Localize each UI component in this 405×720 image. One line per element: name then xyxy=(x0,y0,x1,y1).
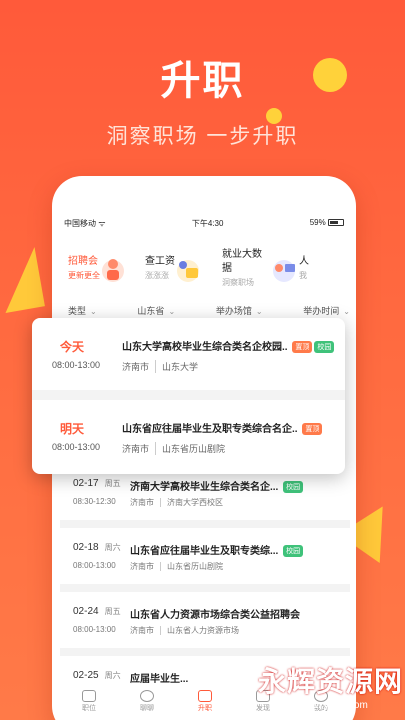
promotion-icon xyxy=(198,690,212,702)
chevron-down-icon: ⌄ xyxy=(343,307,350,316)
battery: 59% xyxy=(310,218,344,229)
day-label: 明天 xyxy=(59,422,84,436)
filter-type[interactable]: 类型 ⌄ xyxy=(68,304,97,317)
quick-links: 招聘会 更新更全 查工资 涨涨涨 就业大数据 洞察职场 人我 xyxy=(68,248,358,290)
clock: 下午4:30 xyxy=(191,219,224,228)
chat-icon xyxy=(140,690,154,702)
school-tag: 校园 xyxy=(314,341,335,354)
list-item[interactable]: 02-24 周五 山东省人力资源市场综合类公益招聘会 08:00-13:00 济南… xyxy=(60,598,350,656)
big-data-illustration-icon xyxy=(269,254,299,284)
hero-subtitle: 洞察职场 一步升职 xyxy=(106,125,299,148)
quick-link-job-fair[interactable]: 招聘会 更新更全 xyxy=(68,248,145,290)
list-item[interactable]: 02-18 周六 山东省应往届毕业生及职专类综... 校园 08:00-13:00… xyxy=(60,534,350,592)
tab-jobs[interactable]: 职位 xyxy=(82,688,96,720)
carrier: 中国移动 ᯤ xyxy=(64,219,106,228)
school-tag: 校园 xyxy=(283,481,304,494)
briefcase-icon xyxy=(82,690,96,702)
quick-link-salary[interactable]: 查工资 涨涨涨 xyxy=(145,248,222,290)
school-tag: 校园 xyxy=(283,545,304,558)
battery-icon xyxy=(327,219,344,227)
pinned-tag: 置顶 xyxy=(292,341,313,354)
quick-link-big-data[interactable]: 就业大数据 洞察职场 xyxy=(222,248,299,290)
job-fair-illustration-icon xyxy=(98,254,128,284)
pinned-tag: 置顶 xyxy=(302,423,323,436)
salary-illustration-icon xyxy=(173,254,203,284)
tab-promotion[interactable]: 升职 xyxy=(198,688,212,720)
chevron-down-icon: ⌄ xyxy=(255,307,263,316)
featured-fair-tomorrow[interactable]: 明天 08:00-13:00 山东省应往届毕业生及职专类综合名企.. 置顶 济南… xyxy=(32,400,345,472)
filter-province[interactable]: 山东省 ⌄ xyxy=(137,304,175,317)
tab-chat[interactable]: 聊聊 xyxy=(140,688,154,720)
filter-time[interactable]: 举办时间 ⌄ xyxy=(303,304,350,317)
filter-venue[interactable]: 举办场馆 ⌄ xyxy=(216,304,263,317)
decor-triangle-left xyxy=(0,246,45,314)
chevron-down-icon: ⌄ xyxy=(90,307,97,316)
hero: 升职 洞察职场 一步升职 xyxy=(0,48,405,150)
chevron-down-icon: ⌄ xyxy=(168,307,176,316)
divider xyxy=(32,390,345,400)
filter-bar: 类型 ⌄ 山东省 ⌄ 举办场馆 ⌄ 举办时间 ⌄ xyxy=(68,304,350,317)
watermark-text: 永辉资源网 xyxy=(258,666,404,697)
day-label: 今天 xyxy=(59,340,84,354)
quick-link-more[interactable]: 人我 xyxy=(299,248,319,290)
status-bar: 中国移动 ᯤ 下午4:30 59% xyxy=(64,218,344,229)
featured-fair-today[interactable]: 今天 08:00-13:00 山东大学高校毕业生综合类名企校园.. 置顶 校园 济… xyxy=(32,318,345,390)
watermark-url: www.yhkjjj.com xyxy=(300,700,368,711)
hero-title: 升职 xyxy=(160,59,245,103)
list-item[interactable]: 02-17 周五 济南大学高校毕业生综合类名企... 校园 08:30-12:30… xyxy=(60,470,350,528)
featured-fairs-card: 今天 08:00-13:00 山东大学高校毕业生综合类名企校园.. 置顶 校园 济… xyxy=(32,318,345,474)
